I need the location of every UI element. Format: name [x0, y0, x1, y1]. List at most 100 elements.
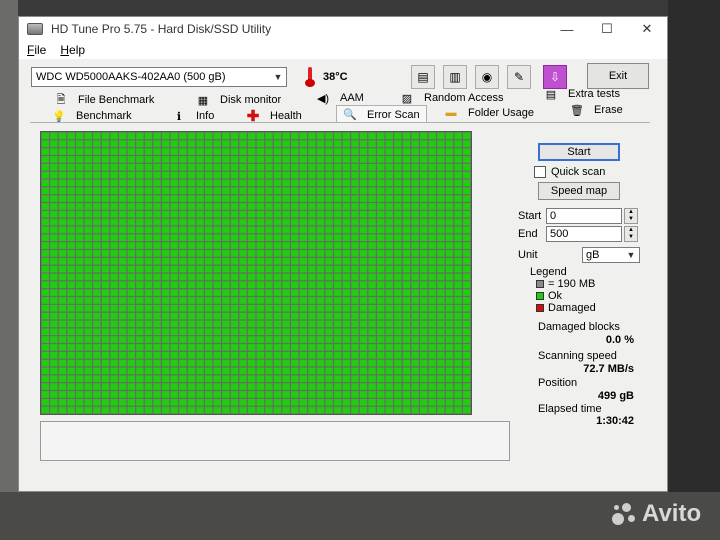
tab-error-scan[interactable]: 🔍 Error Scan	[336, 105, 427, 123]
quick-scan-checkbox[interactable]: Quick scan	[534, 166, 605, 178]
scan-block	[316, 242, 325, 249]
scan-block	[162, 265, 170, 273]
scan-block	[256, 257, 264, 265]
scan-block	[463, 383, 471, 390]
quick-scan-checkbox-box[interactable]	[534, 166, 546, 178]
scan-block	[213, 163, 221, 171]
scan-block	[402, 351, 411, 359]
start-button[interactable]: Start	[538, 143, 620, 161]
scan-block	[179, 148, 187, 155]
scan-block	[153, 406, 161, 414]
scan-block	[454, 367, 462, 375]
unit-select[interactable]: gB ▼	[582, 247, 640, 263]
tab-erase[interactable]: 🗑 Erase	[570, 102, 623, 118]
minimize-button[interactable]: —	[547, 17, 587, 41]
scan-block	[291, 328, 299, 336]
scan-block	[41, 132, 49, 140]
scan-block	[179, 163, 187, 171]
scan-block	[136, 391, 144, 398]
tab-random-access[interactable]: ▨ Random Access	[400, 90, 504, 106]
scan-block	[342, 336, 350, 343]
scan-block	[411, 148, 419, 155]
scan-block	[136, 328, 144, 336]
scan-block	[153, 156, 161, 163]
tab-extra-tests[interactable]: ▤ Extra tests	[544, 86, 620, 102]
menu-file[interactable]: File	[27, 43, 46, 57]
end-field[interactable]: 500	[546, 226, 622, 242]
close-button[interactable]: ✕	[627, 17, 667, 41]
scan-block	[50, 265, 58, 273]
scan-block	[299, 297, 307, 304]
scan-block	[454, 265, 462, 273]
scan-block	[342, 281, 350, 289]
scan-block	[368, 320, 376, 328]
damaged-blocks-value: 0.0 %	[605, 334, 634, 346]
scan-block	[411, 250, 419, 257]
scan-block	[454, 304, 462, 312]
scan-block	[368, 140, 376, 148]
scan-block	[273, 163, 282, 171]
tab-folder-usage[interactable]: ▬ Folder Usage	[444, 105, 535, 121]
scan-block	[213, 328, 221, 336]
scan-block	[170, 297, 178, 304]
scan-block	[76, 351, 84, 359]
scan-block	[239, 367, 247, 375]
scan-block	[273, 367, 282, 375]
scan-block	[67, 203, 75, 210]
scan-block	[291, 242, 299, 249]
scan-block	[230, 320, 239, 328]
tab-disk-monitor[interactable]: ▦ Disk monitor	[196, 92, 281, 108]
scan-block	[377, 218, 385, 226]
end-spinner[interactable]: ▲ ▼	[624, 226, 638, 242]
camera-icon[interactable]: ◉	[475, 65, 499, 89]
start-spinner[interactable]: ▲ ▼	[624, 208, 638, 224]
start-field[interactable]: 0	[546, 208, 622, 224]
scan-block	[248, 289, 256, 296]
menu-help[interactable]: Help	[60, 43, 85, 57]
scan-block	[205, 195, 213, 202]
scan-block	[308, 273, 316, 281]
copy-screenshot-icon[interactable]: ▥	[443, 65, 467, 89]
speed-map-button[interactable]: Speed map	[538, 182, 620, 200]
title-bar[interactable]: HD Tune Pro 5.75 - Hard Disk/SSD Utility…	[19, 17, 667, 41]
scan-block	[351, 218, 359, 226]
scan-block	[334, 250, 342, 257]
scan-block	[248, 265, 256, 273]
scan-block	[351, 359, 359, 367]
scan-block	[291, 367, 299, 375]
scan-block	[153, 304, 161, 312]
scan-block	[144, 218, 153, 226]
options-icon[interactable]: ✎	[507, 65, 531, 89]
scan-block	[187, 140, 196, 148]
scan-block	[162, 140, 170, 148]
drive-select[interactable]: WDC WD5000AAKS-402AA0 (500 gB) ▼	[31, 67, 287, 87]
scan-block	[162, 234, 170, 242]
maximize-button[interactable]: ☐	[587, 17, 627, 41]
tab-folder-usage-label: Folder Usage	[468, 107, 535, 119]
scan-block	[437, 383, 445, 390]
tab-file-benchmark[interactable]: 🗎 File Benchmark	[54, 92, 155, 108]
scan-block	[170, 344, 178, 351]
scan-block	[222, 234, 230, 242]
scan-block	[351, 187, 359, 195]
file-benchmark-icon: 🗎	[56, 93, 66, 106]
scan-block	[385, 148, 393, 155]
scan-block	[454, 163, 462, 171]
scan-block	[248, 328, 256, 336]
scan-block	[187, 359, 196, 367]
scan-block	[187, 242, 196, 249]
scan-block	[93, 265, 101, 273]
scan-block	[291, 336, 299, 343]
scan-block	[205, 156, 213, 163]
scan-block	[342, 383, 350, 390]
scan-block	[50, 273, 58, 281]
scan-block	[411, 156, 419, 163]
scan-block	[316, 140, 325, 148]
copy-info-icon[interactable]: ▤	[411, 65, 435, 89]
scan-block	[84, 289, 92, 296]
scan-block	[402, 163, 411, 171]
scan-block	[101, 336, 110, 343]
scan-block	[239, 281, 247, 289]
tab-aam[interactable]: ◀) AAM	[316, 90, 364, 106]
scan-block	[402, 242, 411, 249]
